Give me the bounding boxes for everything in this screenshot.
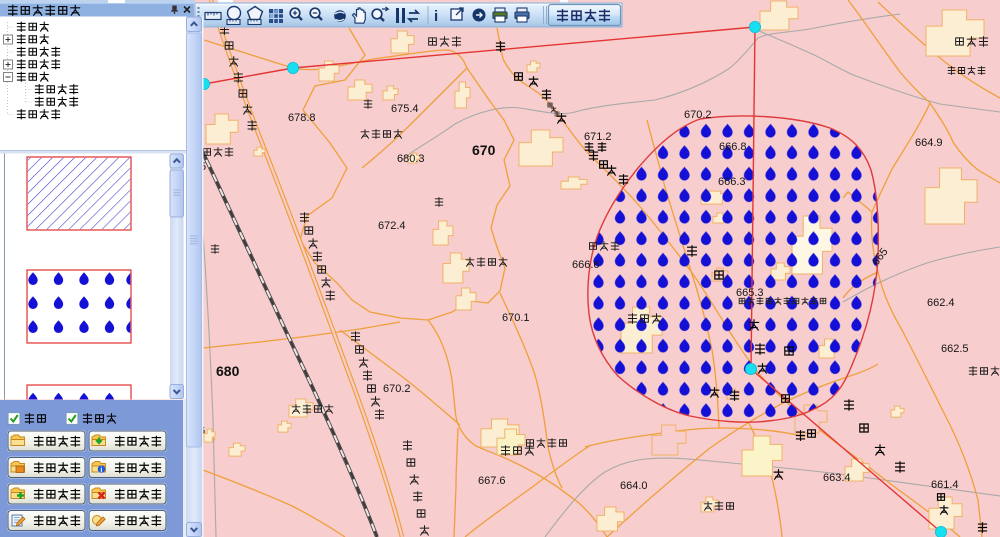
svg-text:678.8: 678.8 [288, 112, 316, 124]
svg-text:666.3: 666.3 [718, 176, 746, 188]
svg-text:663.4: 663.4 [823, 472, 851, 484]
svg-text:680: 680 [216, 363, 240, 379]
svg-text:i: i [100, 467, 102, 474]
svg-text:670.2: 670.2 [684, 109, 712, 121]
svg-text:671.2: 671.2 [584, 131, 612, 143]
svg-text:662.5: 662.5 [941, 343, 969, 355]
svg-text:670.1: 670.1 [502, 312, 530, 324]
svg-text:i: i [434, 8, 438, 25]
svg-text:680.3: 680.3 [397, 153, 425, 165]
svg-text:666.8: 666.8 [719, 141, 747, 153]
svg-text:661.4: 661.4 [931, 479, 959, 491]
svg-text:662.4: 662.4 [927, 297, 955, 309]
svg-text:666.6: 666.6 [572, 259, 600, 271]
svg-text:672.4: 672.4 [378, 220, 406, 232]
svg-text:675.4: 675.4 [391, 103, 419, 115]
svg-text:664.9: 664.9 [915, 137, 943, 149]
svg-text:664.0: 664.0 [620, 480, 648, 492]
svg-text:670.2: 670.2 [383, 383, 411, 395]
svg-text:670: 670 [472, 142, 496, 158]
svg-text:665.3: 665.3 [736, 287, 764, 299]
svg-text:667.6: 667.6 [478, 475, 506, 487]
